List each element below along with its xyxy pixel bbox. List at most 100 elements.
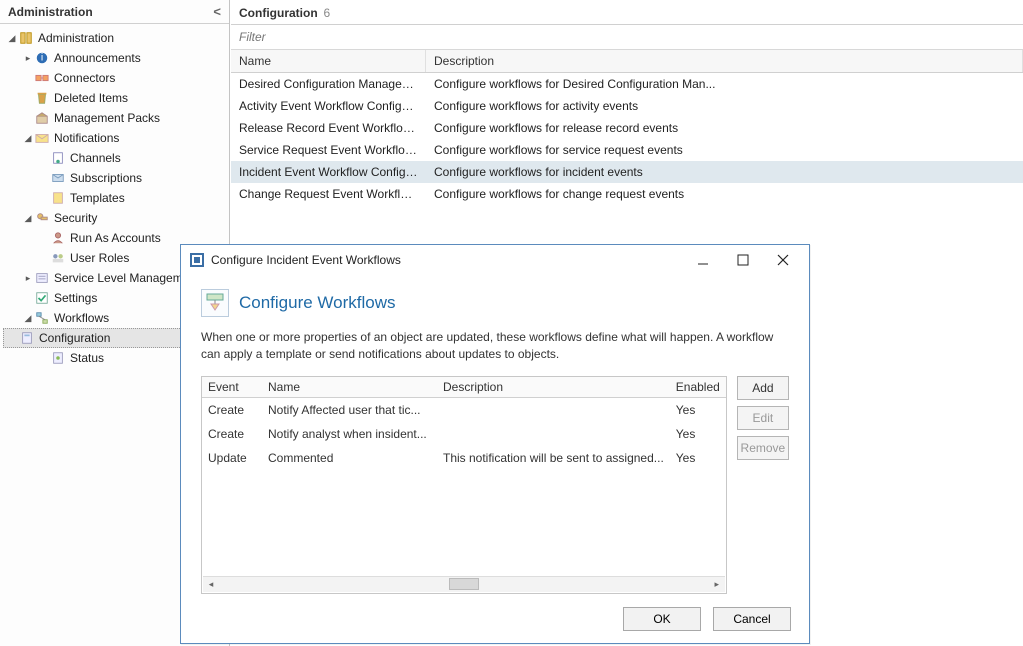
column-header-event[interactable]: Event [202,377,262,397]
tree-label: Templates [70,191,125,205]
workflow-large-icon [201,289,229,317]
settings-icon [34,290,50,306]
tree-label: Status [70,351,104,365]
workflow-buttons: Add Edit Remove [737,376,789,594]
scroll-left-icon[interactable]: ◂ [203,577,219,591]
cell-event: Update [202,448,262,468]
grid-header: Name Description [231,50,1023,73]
tree-label: Announcements [54,51,141,65]
workflow-row[interactable]: Update Commented This notification will … [202,446,726,470]
tree-label: Service Level Management [54,271,199,285]
tree-item-notifications[interactable]: ◢ Notifications [0,128,229,148]
tree-item-channels[interactable]: Channels [0,148,229,168]
left-panel-title: Administration [8,5,93,19]
workflow-row[interactable]: Create Notify analyst when insident... Y… [202,422,726,446]
tree-label: Connectors [54,71,115,85]
cell-desc [437,400,670,420]
filter-container [231,25,1023,50]
workflow-row[interactable]: Create Notify Affected user that tic... … [202,398,726,422]
tree-item-deleted-items[interactable]: Deleted Items [0,88,229,108]
cell-desc: Configure workflows for change request e… [426,186,1023,202]
horizontal-scrollbar[interactable]: ◂ ▸ [203,576,725,592]
dialog-title: Configure Incident Event Workflows [211,253,401,267]
dialog-footer: OK Cancel [623,607,791,631]
collapse-panel-button[interactable]: < [213,4,221,19]
configuration-grid: Name Description Desired Configuration M… [231,50,1023,205]
edit-button[interactable]: Edit [737,406,789,430]
cell-desc: Configure workflows for Desired Configur… [426,76,1023,92]
cell-desc: This notification will be sent to assign… [437,448,670,468]
cell-name: Incident Event Workflow Configur... [231,164,426,180]
channel-icon [50,150,66,166]
tree-label: Security [54,211,97,225]
column-header-enabled[interactable]: Enabled [670,377,726,397]
security-icon [34,210,50,226]
minimize-button[interactable] [683,249,723,271]
grid-row[interactable]: Service Request Event Workflow... Config… [231,139,1023,161]
status-icon [50,350,66,366]
item-count: 6 [324,6,331,20]
tree-item-management-packs[interactable]: Management Packs [0,108,229,128]
scroll-right-icon[interactable]: ▸ [709,577,725,591]
grid-row[interactable]: Incident Event Workflow Configur... Conf… [231,161,1023,183]
slm-icon [34,270,50,286]
column-header-description[interactable]: Description [426,50,1023,72]
tree-item-subscriptions[interactable]: Subscriptions [0,168,229,188]
cell-desc: Configure workflows for service request … [426,142,1023,158]
packs-icon [34,110,50,126]
tree-item-announcements[interactable]: ▸ i Announcements [0,48,229,68]
cell-name: Commented [262,448,437,468]
dialog-titlebar[interactable]: Configure Incident Event Workflows [181,245,809,275]
cell-desc: Configure workflows for activity events [426,98,1023,114]
close-button[interactable] [763,249,803,271]
add-button[interactable]: Add [737,376,789,400]
grid-row[interactable]: Release Record Event Workflow C... Confi… [231,117,1023,139]
tree-item-templates[interactable]: Templates [0,188,229,208]
dialog-app-icon [189,252,205,268]
cell-desc: Configure workflows for release record e… [426,120,1023,136]
scrollbar-thumb[interactable] [449,578,479,590]
tree-item-connectors[interactable]: Connectors [0,68,229,88]
cell-name: Change Request Event Workflow... [231,186,426,202]
tree-label: Run As Accounts [70,231,161,245]
tree-label: Subscriptions [70,171,142,185]
connectors-icon [34,70,50,86]
admin-icon [18,30,34,46]
cell-event: Create [202,400,262,420]
column-header-name[interactable]: Name [231,50,426,72]
tree-label: Deleted Items [54,91,128,105]
main-panel-header: Configuration 6 [231,0,1023,25]
tree-label: Settings [54,291,97,305]
tree-label: User Roles [70,251,129,265]
dialog-heading: Configure Workflows [201,289,789,317]
remove-button[interactable]: Remove [737,436,789,460]
template-icon [50,190,66,206]
tree-item-security[interactable]: ◢ Security [0,208,229,228]
tree-label: Configuration [39,331,110,345]
filter-input[interactable] [237,27,1017,47]
main-panel-title: Configuration [239,6,318,20]
grid-row[interactable]: Desired Configuration Managem... Configu… [231,73,1023,95]
workflow-list[interactable]: Event Name Description Enabled Create No… [201,376,727,594]
ok-button[interactable]: OK [623,607,701,631]
tree-label: Administration [38,31,114,45]
column-header-description[interactable]: Description [437,377,670,397]
dialog-heading-text: Configure Workflows [239,293,396,313]
grid-row[interactable]: Change Request Event Workflow... Configu… [231,183,1023,205]
cell-name: Notify Affected user that tic... [262,400,437,420]
tree-label: Workflows [54,311,109,325]
grid-row[interactable]: Activity Event Workflow Configur... Conf… [231,95,1023,117]
workflow-area: Event Name Description Enabled Create No… [201,376,789,594]
cell-name: Release Record Event Workflow C... [231,120,426,136]
tree-root-administration[interactable]: ◢ Administration [0,28,229,48]
maximize-button[interactable] [723,249,763,271]
dialog-description: When one or more properties of an object… [201,329,789,364]
column-header-name[interactable]: Name [262,377,437,397]
cancel-button[interactable]: Cancel [713,607,791,631]
cell-name: Activity Event Workflow Configur... [231,98,426,114]
cell-enabled: Yes [670,424,726,444]
cell-event: Create [202,424,262,444]
workflow-list-header: Event Name Description Enabled [202,377,726,398]
cell-name: Desired Configuration Managem... [231,76,426,92]
tree-label: Channels [70,151,121,165]
